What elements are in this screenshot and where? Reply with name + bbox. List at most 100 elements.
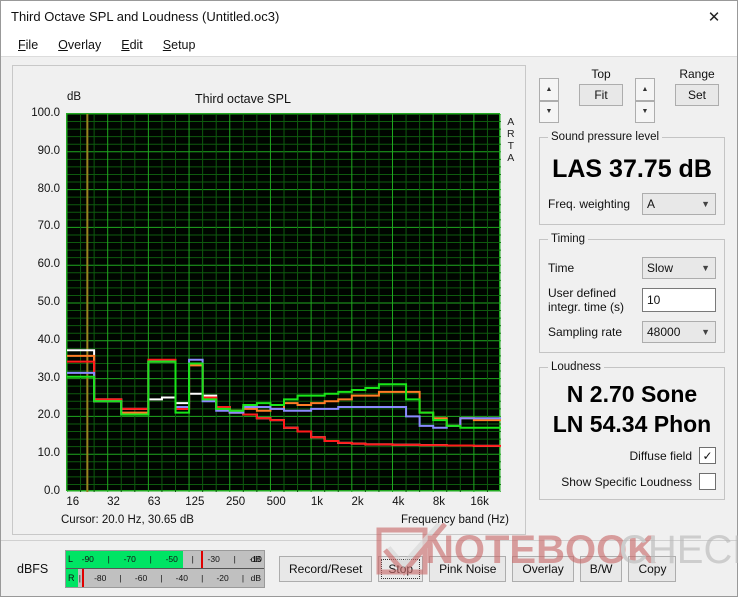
meter-tick-label: -70 xyxy=(123,554,136,565)
control-pane: ▲ ▼ Top Fit ▲ ▼ Range Set Sound pressure… xyxy=(527,57,737,540)
top-spin-group: ▲ ▼ Top Fit xyxy=(539,67,635,123)
meter-tick-label: | xyxy=(160,572,163,583)
loudness-sone-value: N 2.70 Sone xyxy=(566,381,698,407)
time-value: Slow xyxy=(647,261,674,275)
top-spinner-up-icon[interactable]: ▲ xyxy=(539,78,559,101)
show-specific-loudness-label: Show Specific Loudness xyxy=(561,474,692,489)
copy-button[interactable]: Copy xyxy=(628,555,677,582)
y-tick-label: 30.0 xyxy=(37,371,60,384)
x-tick-label: 500 xyxy=(266,496,286,508)
app-window: Third Octave SPL and Loudness (Untitled.… xyxy=(0,0,738,597)
meter-tick-label: | xyxy=(241,572,245,583)
menu-bar: File Overlay Edit Setup xyxy=(1,33,737,57)
meter-tick-label: | xyxy=(78,572,81,583)
y-tick-label: 90.0 xyxy=(37,144,60,157)
meter-tick-label: | xyxy=(233,554,236,565)
y-tick-label: 40.0 xyxy=(37,333,60,346)
menu-item-setup-accel: S xyxy=(162,37,172,52)
time-select[interactable]: Slow ▼ xyxy=(642,257,716,279)
freq-weighting-select[interactable]: A ▼ xyxy=(642,193,716,215)
meter-tick-label: -80 xyxy=(94,572,107,583)
range-spinner-down-icon[interactable]: ▼ xyxy=(635,100,655,123)
dbfs-label: dBFS xyxy=(17,561,49,576)
bottom-bar: dBFS L dB -90 | -70 | -50 | -30 | -10 R dB | -80 |… xyxy=(1,540,737,596)
meter-tick-label: -90 xyxy=(81,554,94,565)
menu-item-file[interactable]: File xyxy=(11,36,45,54)
overlay-button[interactable]: Overlay xyxy=(512,555,574,582)
menu-item-overlay-accel: O xyxy=(58,37,68,52)
b-w-button[interactable]: B/W xyxy=(579,555,623,582)
set-button[interactable]: Set xyxy=(675,84,719,106)
x-tick-label: 16 xyxy=(66,496,80,508)
arta-letter-a2: A xyxy=(507,152,515,164)
show-specific-loudness-checkbox[interactable] xyxy=(699,473,716,490)
pink-noise-button[interactable]: Pink Noise xyxy=(429,555,507,582)
arta-letter-a1: A xyxy=(507,116,515,128)
level-meter-left-channel: L dB -90 | -70 | -50 | -30 | -10 xyxy=(66,550,264,569)
diffuse-field-checkbox[interactable]: ✓ xyxy=(699,447,716,464)
y-tick-label: 60.0 xyxy=(37,258,60,271)
cursor-readout: Cursor: 20.0 Hz, 30.65 dB xyxy=(61,514,194,526)
left-channel-label: L xyxy=(68,554,74,565)
y-tick-label: 80.0 xyxy=(37,182,60,195)
menu-item-edit[interactable]: Edit xyxy=(114,36,150,54)
arta-letter-t: T xyxy=(507,140,514,152)
record-reset-button[interactable]: Record/Reset xyxy=(279,555,373,582)
close-icon[interactable]: ✕ xyxy=(691,1,737,32)
stop-button[interactable]: Stop xyxy=(378,555,424,582)
integration-time-input[interactable] xyxy=(642,288,716,312)
right-channel-label: R xyxy=(68,572,75,583)
main-body: Third octave SPL dB 0.0 10.0 20.0 30.0 40.0 5… xyxy=(1,57,737,540)
x-tick-label: 4k xyxy=(392,496,405,508)
graph-frame: Third octave SPL dB 0.0 10.0 20.0 30.0 40.0 5… xyxy=(12,65,526,535)
integration-time-label: User defined integr. time (s) xyxy=(548,286,625,314)
range-label: Range xyxy=(679,67,715,81)
right-channel-peak-marker xyxy=(81,569,84,587)
meter-tick-label: -10 xyxy=(249,554,262,565)
meter-tick-label: | xyxy=(149,554,152,565)
x-tick-label: 250 xyxy=(225,496,246,508)
loudness-phon-value: LN 54.34 Phon xyxy=(552,411,712,437)
sampling-rate-row: Sampling rate 48000 ▼ xyxy=(548,321,716,343)
show-specific-loudness-row: Show Specific Loudness xyxy=(548,473,716,490)
menu-item-setup-label: etup xyxy=(171,37,196,52)
right-channel-unit: dB xyxy=(250,572,261,583)
top-control: Top Fit xyxy=(567,67,635,106)
view-spinners-row: ▲ ▼ Top Fit ▲ ▼ Range Set xyxy=(539,67,731,123)
left-channel-peak-marker xyxy=(200,550,203,568)
meter-tick-label: -40 xyxy=(175,572,188,583)
fit-button[interactable]: Fit xyxy=(579,84,623,106)
meter-tick-label: | xyxy=(201,572,204,583)
menu-item-setup[interactable]: Setup xyxy=(156,36,203,54)
range-spinner[interactable]: ▲ ▼ xyxy=(635,78,655,123)
level-meter[interactable]: L dB -90 | -70 | -50 | -30 | -10 R dB | -80 | -60 | -… xyxy=(65,549,265,588)
timing-group: Timing Time Slow ▼ User defined integr. … xyxy=(539,233,725,353)
graph-title: Third octave SPL xyxy=(195,92,291,106)
menu-item-overlay[interactable]: Overlay xyxy=(51,36,108,54)
meter-tick-label: -30 xyxy=(207,554,220,565)
sampling-rate-value: 48000 xyxy=(647,325,681,339)
x-tick-label: 16k xyxy=(470,496,489,508)
window-title: Third Octave SPL and Loudness (Untitled.… xyxy=(11,9,280,24)
spl-legend: Sound pressure level xyxy=(551,131,660,143)
y-tick-label: 70.0 xyxy=(37,220,60,233)
top-spinner-down-icon[interactable]: ▼ xyxy=(539,100,559,123)
range-spinner-up-icon[interactable]: ▲ xyxy=(635,78,655,101)
sampling-rate-select[interactable]: 48000 ▼ xyxy=(642,321,716,343)
spl-value: LAS 37.75 dB xyxy=(552,155,712,183)
freq-weighting-label: Freq. weighting xyxy=(548,197,631,211)
arta-watermark: A R T A xyxy=(507,116,515,164)
spl-plot[interactable] xyxy=(66,113,501,492)
plot-canvas xyxy=(67,114,501,492)
x-tick-label: 32 xyxy=(107,496,120,508)
transport-button-row: Record/Reset Stop Pink Noise Overlay B/W Copy xyxy=(279,555,677,582)
y-tick-label: 100.0 xyxy=(31,107,60,119)
menu-item-edit-label: dit xyxy=(129,37,143,52)
x-axis-ticks: 16 32 63 125 250 500 1k 2k 4k 8k 16k xyxy=(66,496,502,512)
range-control: Range Set xyxy=(663,67,731,106)
diffuse-field-label: Diffuse field xyxy=(629,448,692,463)
x-tick-label: 63 xyxy=(147,496,161,508)
level-meter-right-channel: R dB | -80 | -60 | -40 | -20 | xyxy=(66,569,264,587)
top-spinner[interactable]: ▲ ▼ xyxy=(539,78,559,123)
menu-item-file-accel: F xyxy=(18,37,26,52)
